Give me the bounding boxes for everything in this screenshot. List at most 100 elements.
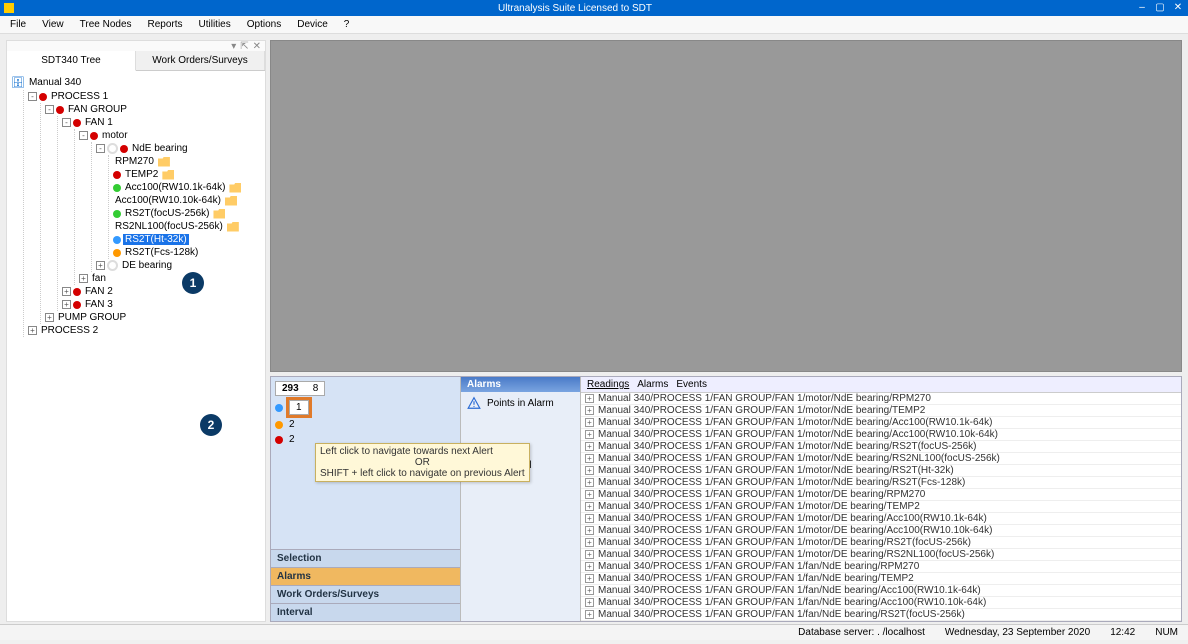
- tree-process-2[interactable]: +PROCESS 2: [28, 324, 261, 337]
- menu-options[interactable]: Options: [241, 19, 287, 30]
- reading-row[interactable]: +Manual 340/PROCESS 1/FAN GROUP/FAN 1/fa…: [581, 573, 1181, 585]
- tree-item[interactable]: Acc100(RW10.10k-64k): [113, 194, 261, 207]
- menu-device[interactable]: Device: [291, 19, 334, 30]
- reading-row[interactable]: +Manual 340/PROCESS 1/FAN GROUP/FAN 1/fa…: [581, 585, 1181, 597]
- alarm-count-warning[interactable]: 2: [275, 419, 456, 430]
- tree-fan-2[interactable]: +FAN 2: [62, 285, 261, 298]
- reading-row[interactable]: +Manual 340/PROCESS 1/FAN GROUP/FAN 1/mo…: [581, 489, 1181, 501]
- expander-icon[interactable]: -: [28, 92, 37, 101]
- alarm-count-total[interactable]: 2938: [275, 381, 456, 396]
- menu-tree-nodes[interactable]: Tree Nodes: [74, 19, 138, 30]
- expander-icon[interactable]: +: [79, 274, 88, 283]
- reading-row[interactable]: +Manual 340/PROCESS 1/FAN GROUP/FAN 1/mo…: [581, 393, 1181, 405]
- expander-icon[interactable]: +: [585, 466, 594, 475]
- tab-readings[interactable]: Readings: [587, 379, 629, 390]
- tree-pump-group[interactable]: +PUMP GROUP: [45, 311, 261, 324]
- tree-fan-3[interactable]: +FAN 3: [62, 298, 261, 311]
- reading-row[interactable]: +Manual 340/PROCESS 1/FAN GROUP/FAN 1/mo…: [581, 501, 1181, 513]
- expander-icon[interactable]: +: [28, 326, 37, 335]
- panel-close-icon[interactable]: ✕: [253, 41, 261, 52]
- expander-icon[interactable]: +: [585, 598, 594, 607]
- expander-icon[interactable]: -: [62, 118, 71, 127]
- tree-item[interactable]: RS2NL100(focUS-256k): [113, 220, 261, 233]
- reading-row[interactable]: +Manual 340/PROCESS 1/FAN GROUP/FAN 1/mo…: [581, 441, 1181, 453]
- expander-icon[interactable]: +: [585, 418, 594, 427]
- bottom-panel: ▾⇱✕ 2938 1 2 2: [270, 376, 1182, 622]
- tree-item[interactable]: TEMP2: [113, 168, 261, 181]
- tree[interactable]: 🗄Manual 340 -PROCESS 1 -FAN GROUP -FAN 1…: [7, 71, 265, 621]
- maximize-button[interactable]: ▢: [1154, 3, 1166, 13]
- expander-icon[interactable]: +: [585, 406, 594, 415]
- menu-file[interactable]: File: [4, 19, 32, 30]
- menu-utilities[interactable]: Utilities: [193, 19, 237, 30]
- minimize-button[interactable]: –: [1136, 3, 1148, 13]
- tree-fan-group[interactable]: -FAN GROUP: [45, 103, 261, 116]
- menu-help[interactable]: ?: [338, 19, 356, 30]
- reading-row[interactable]: +Manual 340/PROCESS 1/FAN GROUP/FAN 1/mo…: [581, 429, 1181, 441]
- accordion-interval[interactable]: Interval: [271, 603, 460, 621]
- reading-row[interactable]: +Manual 340/PROCESS 1/FAN GROUP/FAN 1/mo…: [581, 525, 1181, 537]
- expander-icon[interactable]: -: [79, 131, 88, 140]
- tree-item[interactable]: RPM270: [113, 155, 261, 168]
- reading-row[interactable]: +Manual 340/PROCESS 1/FAN GROUP/FAN 1/mo…: [581, 549, 1181, 561]
- expander-icon[interactable]: +: [585, 562, 594, 571]
- expander-icon[interactable]: +: [45, 313, 54, 322]
- tree-process-1[interactable]: -PROCESS 1: [28, 90, 261, 103]
- expander-icon[interactable]: +: [585, 610, 594, 619]
- tree-item[interactable]: Acc100(RW10.1k-64k): [113, 181, 261, 194]
- menu-reports[interactable]: Reports: [142, 19, 189, 30]
- expander-icon[interactable]: -: [96, 144, 105, 153]
- tree-item[interactable]: RS2T(focUS-256k): [113, 207, 261, 220]
- expander-icon[interactable]: +: [96, 261, 105, 270]
- expander-icon[interactable]: +: [585, 502, 594, 511]
- reading-row[interactable]: +Manual 340/PROCESS 1/FAN GROUP/FAN 1/mo…: [581, 513, 1181, 525]
- tree-root[interactable]: 🗄Manual 340: [11, 75, 261, 90]
- reading-row[interactable]: +Manual 340/PROCESS 1/FAN GROUP/FAN 1/mo…: [581, 453, 1181, 465]
- expander-icon[interactable]: +: [585, 394, 594, 403]
- accordion-alarms[interactable]: Alarms: [271, 567, 460, 585]
- expander-icon[interactable]: +: [62, 287, 71, 296]
- tree-fan-1[interactable]: -FAN 1: [62, 116, 261, 129]
- tab-alarms[interactable]: Alarms: [637, 379, 668, 390]
- reading-row[interactable]: +Manual 340/PROCESS 1/FAN GROUP/FAN 1/fa…: [581, 597, 1181, 609]
- reading-row[interactable]: +Manual 340/PROCESS 1/FAN GROUP/FAN 1/mo…: [581, 477, 1181, 489]
- reading-row[interactable]: +Manual 340/PROCESS 1/FAN GROUP/FAN 1/fa…: [581, 609, 1181, 621]
- reading-row[interactable]: +Manual 340/PROCESS 1/FAN GROUP/FAN 1/mo…: [581, 405, 1181, 417]
- expander-icon[interactable]: +: [585, 442, 594, 451]
- tree-item[interactable]: RS2T(Fcs-128k): [113, 246, 261, 259]
- expander-icon[interactable]: -: [45, 105, 54, 114]
- accordion-work-orders[interactable]: Work Orders/Surveys: [271, 585, 460, 603]
- expander-icon[interactable]: +: [585, 526, 594, 535]
- tree-de-bearing[interactable]: +DE bearing: [96, 259, 261, 272]
- expander-icon[interactable]: +: [585, 538, 594, 547]
- alarm-count-alert[interactable]: 1: [275, 400, 456, 415]
- tree-item-selected[interactable]: RS2T(Ht-32k): [113, 233, 261, 246]
- expander-icon[interactable]: +: [585, 550, 594, 559]
- tab-work-orders[interactable]: Work Orders/Surveys: [136, 51, 265, 70]
- panel-pin-icon[interactable]: ▾: [231, 41, 236, 52]
- expander-icon[interactable]: +: [585, 478, 594, 487]
- tree-fan-sub[interactable]: +fan: [79, 272, 261, 285]
- chart-canvas[interactable]: [270, 40, 1182, 372]
- reading-row[interactable]: +Manual 340/PROCESS 1/FAN GROUP/FAN 1/mo…: [581, 537, 1181, 549]
- expander-icon[interactable]: +: [585, 574, 594, 583]
- expander-icon[interactable]: +: [585, 586, 594, 595]
- tab-events[interactable]: Events: [676, 379, 707, 390]
- expander-icon[interactable]: +: [585, 514, 594, 523]
- readings-list[interactable]: +Manual 340/PROCESS 1/FAN GROUP/FAN 1/mo…: [581, 393, 1181, 621]
- tree-motor[interactable]: -motor: [79, 129, 261, 142]
- accordion-selection[interactable]: Selection: [271, 549, 460, 567]
- panel-dock-icon[interactable]: ⇱: [240, 41, 248, 52]
- alarm-points[interactable]: Points in Alarm: [461, 392, 580, 414]
- menu-view[interactable]: View: [36, 19, 70, 30]
- close-button[interactable]: ✕: [1172, 3, 1184, 13]
- reading-row[interactable]: +Manual 340/PROCESS 1/FAN GROUP/FAN 1/mo…: [581, 465, 1181, 477]
- expander-icon[interactable]: +: [62, 300, 71, 309]
- tab-tree[interactable]: SDT340 Tree: [7, 51, 136, 71]
- expander-icon[interactable]: +: [585, 454, 594, 463]
- reading-row[interactable]: +Manual 340/PROCESS 1/FAN GROUP/FAN 1/mo…: [581, 417, 1181, 429]
- tree-nde-bearing[interactable]: -NdE bearing: [96, 142, 261, 155]
- expander-icon[interactable]: +: [585, 430, 594, 439]
- reading-row[interactable]: +Manual 340/PROCESS 1/FAN GROUP/FAN 1/fa…: [581, 561, 1181, 573]
- expander-icon[interactable]: +: [585, 490, 594, 499]
